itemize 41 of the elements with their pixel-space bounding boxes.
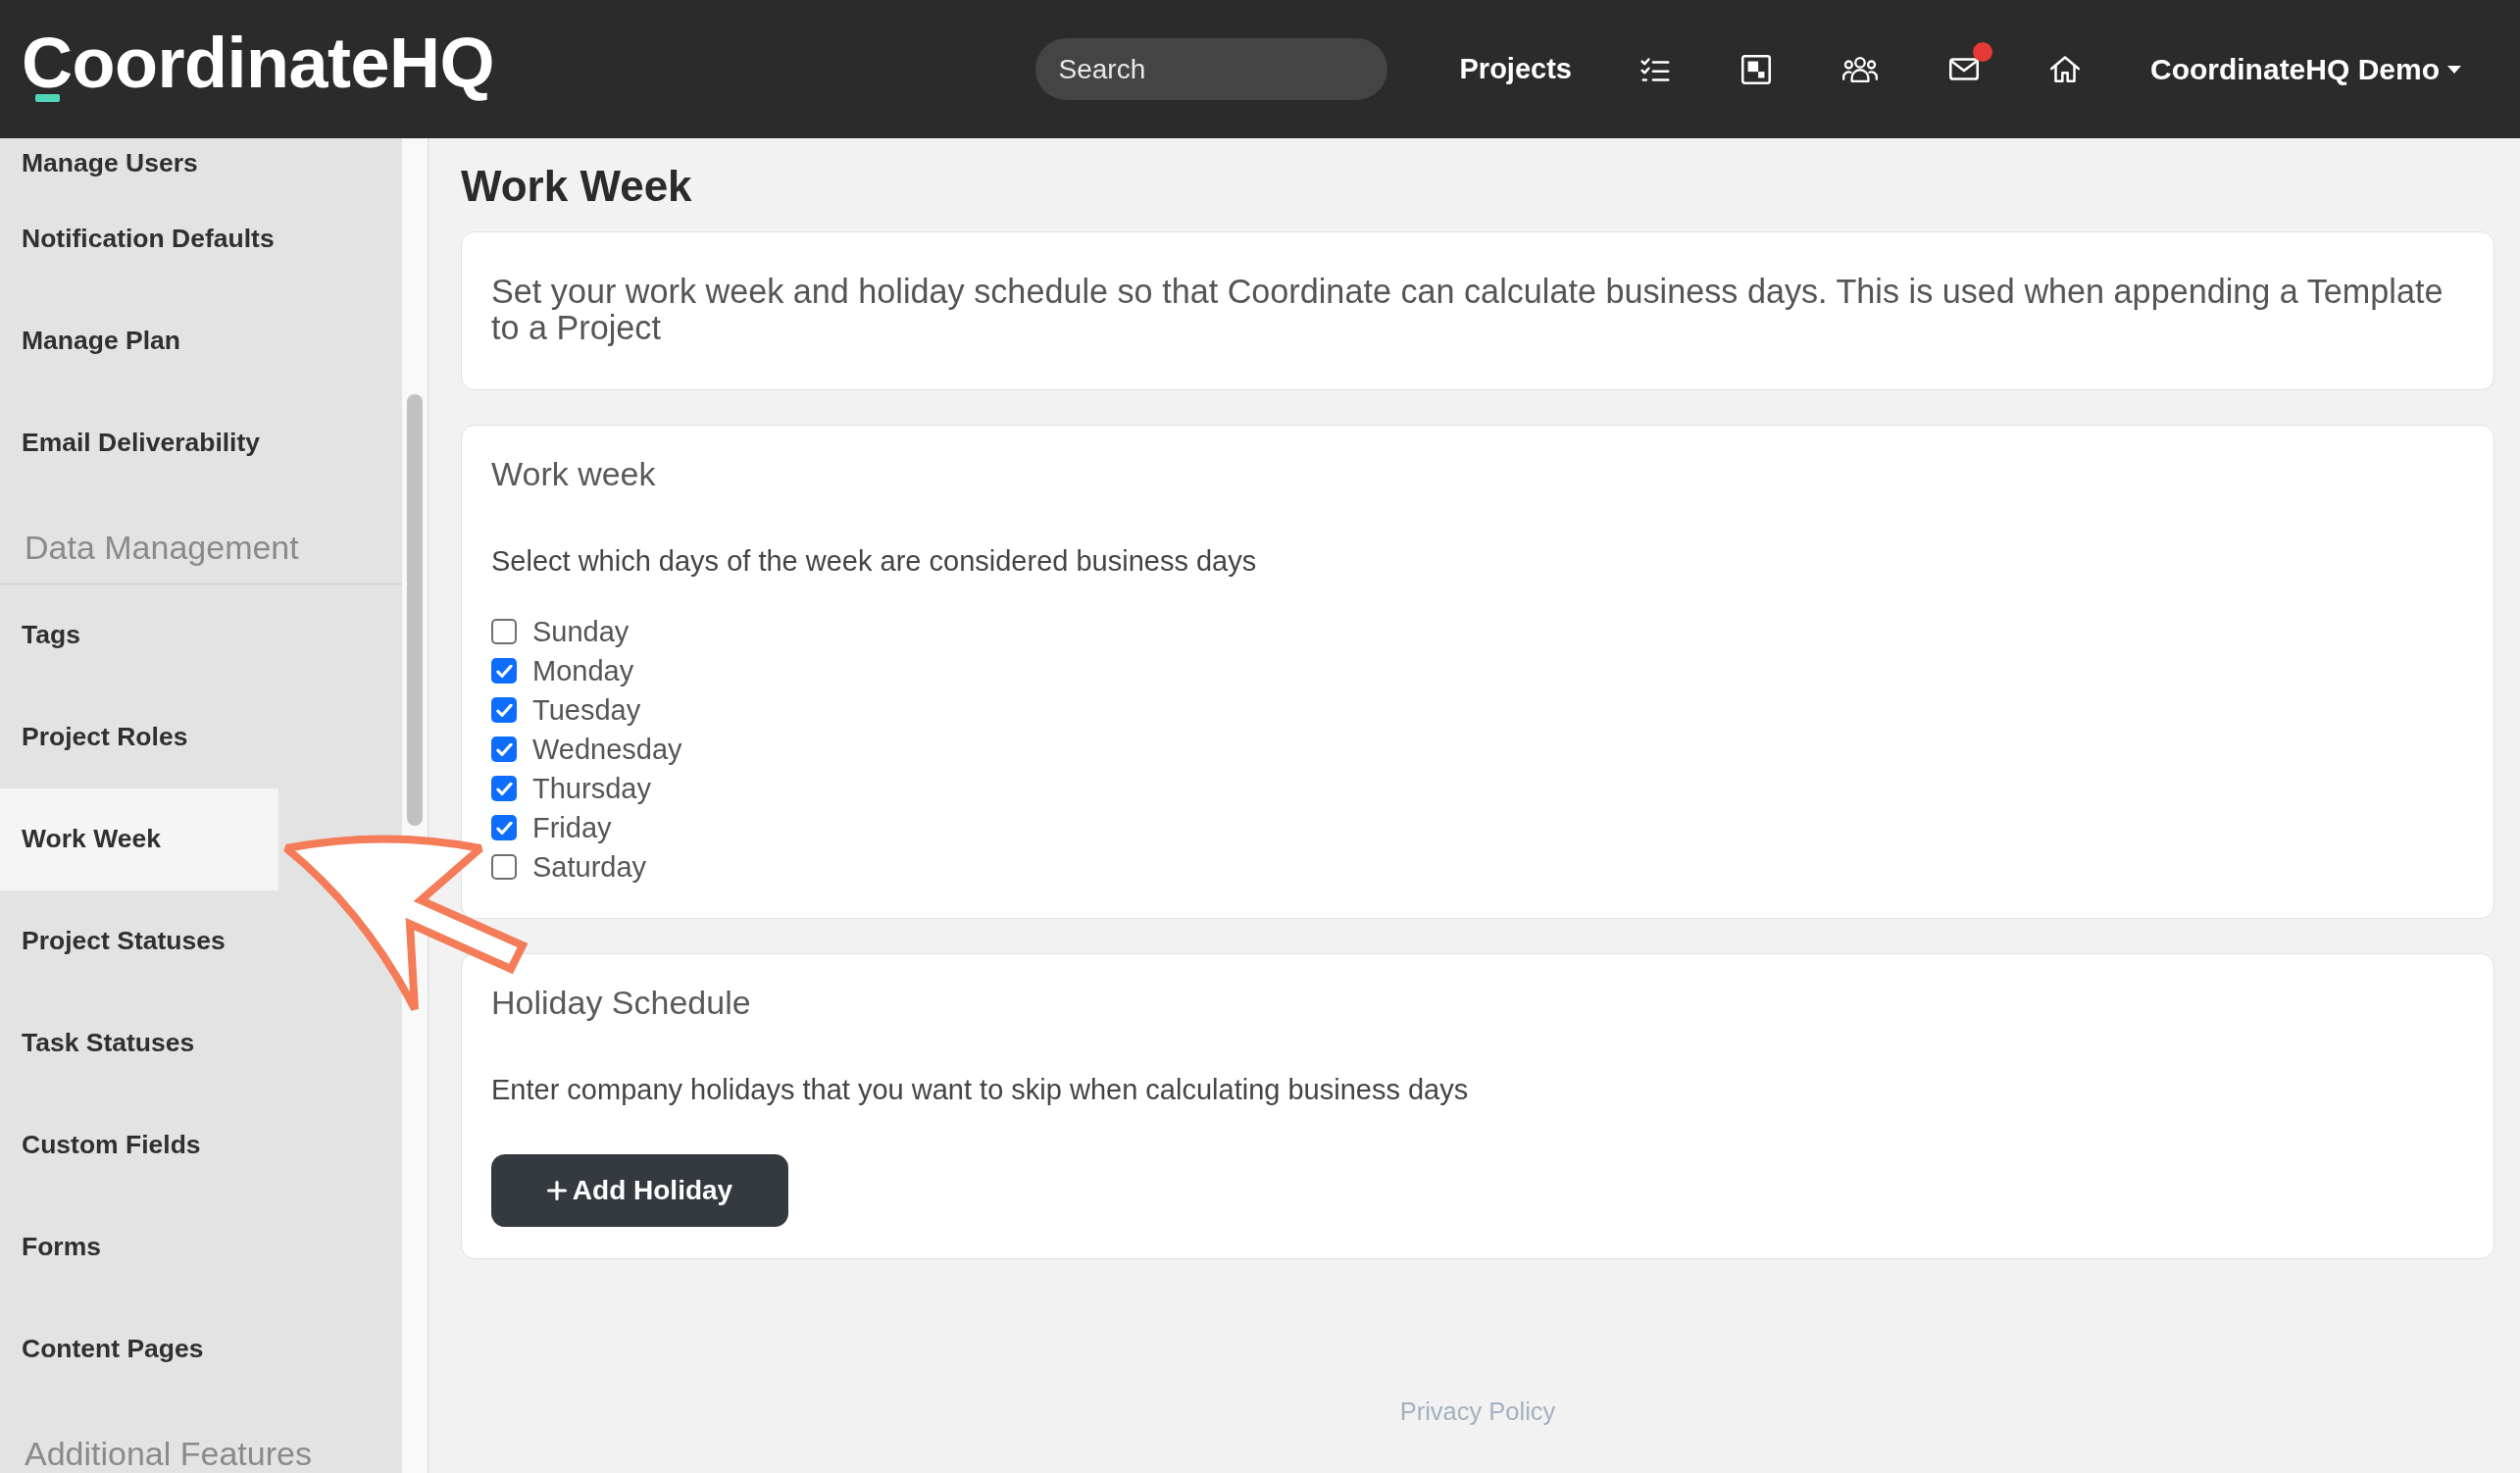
home-icon[interactable] (2049, 56, 2080, 82)
section-description: Enter company holidays that you want to skip when calculating business days (491, 1074, 1470, 1105)
day-label: Monday (532, 654, 634, 687)
checkmark-icon (495, 782, 513, 795)
section-heading: Work week (491, 455, 657, 492)
day-label: Thursday (532, 772, 651, 805)
scrollbar-thumb[interactable] (407, 394, 423, 826)
checkmark-icon (495, 703, 513, 717)
add-holiday-button[interactable]: Add Holiday (491, 1154, 788, 1227)
checkmark-icon (495, 664, 513, 678)
sidebar-section-header: Additional Features (25, 1437, 313, 1470)
mail-icon[interactable] (1948, 58, 1979, 80)
section-heading: Holiday Schedule (491, 984, 752, 1021)
plus-icon (546, 1181, 567, 1200)
checkbox[interactable] (491, 776, 517, 801)
day-label: Friday (532, 811, 612, 844)
search-field[interactable]: Search (1034, 38, 1387, 100)
checkbox[interactable] (491, 619, 517, 644)
section-description: Select which days of the week are considered business days (491, 545, 1258, 577)
accent-dash-icon (35, 93, 60, 102)
checkmark-icon (495, 821, 513, 835)
intro-text: Set your work week and holiday schedule so that Coordinate can calculate business days. This is used when appending a Template to a Project (491, 274, 2444, 346)
checkmark-icon (495, 742, 513, 756)
sidebar-item[interactable]: Work Week (0, 788, 278, 890)
day-label: Saturday (532, 850, 647, 884)
caret-icon (2447, 65, 2461, 74)
checkbox[interactable] (491, 658, 517, 684)
checklist-icon[interactable] (1639, 57, 1670, 81)
checkbox[interactable] (491, 697, 517, 723)
checkbox[interactable] (491, 815, 517, 840)
boxed-squares-icon[interactable] (1740, 54, 1771, 84)
day-label: Sunday (532, 615, 630, 648)
nav-link[interactable]: Projects (1459, 47, 1572, 91)
user-menu[interactable]: CoordinateHQ Demo (2149, 47, 2461, 91)
team-icon[interactable] (1841, 56, 1878, 82)
checkbox[interactable] (491, 736, 517, 762)
checkbox[interactable] (491, 854, 517, 880)
page-title: Work Week (461, 162, 693, 211)
day-label: Wednesday (532, 733, 682, 766)
sidebar-section-header: Data Management (25, 531, 300, 564)
day-label: Tuesday (532, 693, 641, 727)
